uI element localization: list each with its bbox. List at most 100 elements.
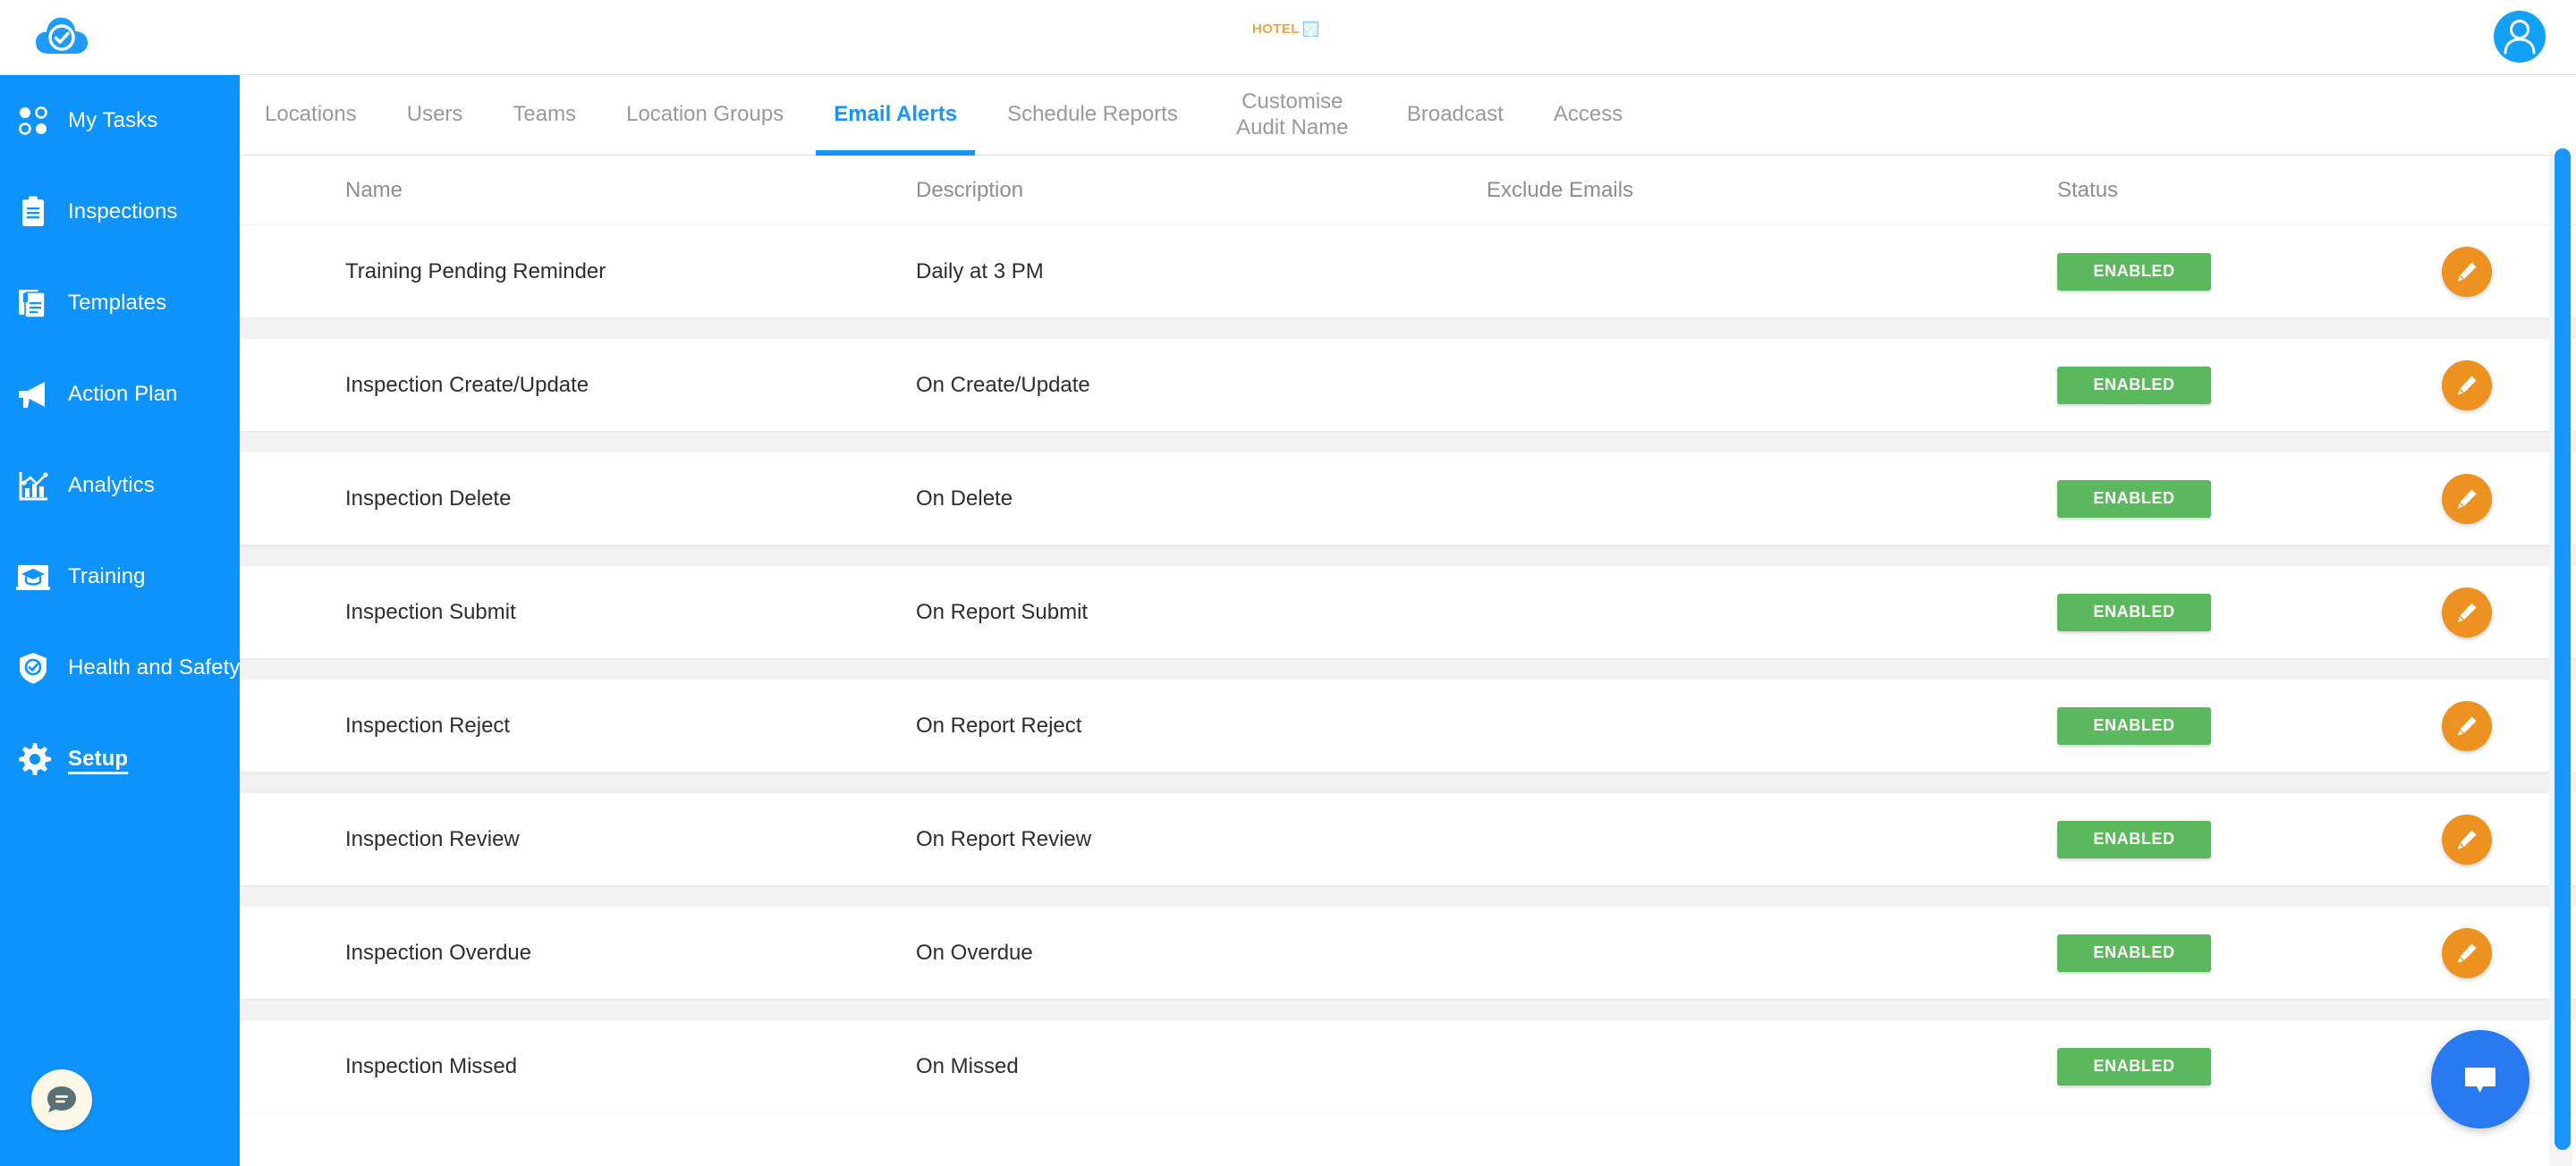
cell-name: Inspection Reject (345, 713, 511, 738)
status-badge[interactable]: ENABLED (2057, 366, 2211, 404)
top-header: HOTEL (0, 0, 2576, 75)
sidebar-item-label: Health and Safety (68, 655, 241, 680)
sidebar-item-inspections[interactable]: Inspections (0, 166, 240, 258)
cell-status: ENABLED (2057, 934, 2442, 972)
cell-status: ENABLED (2057, 252, 2442, 291)
column-header-name: Name (345, 177, 403, 202)
cell-description: Daily at 3 PM (916, 258, 1044, 283)
status-badge[interactable]: ENABLED (2057, 593, 2211, 631)
cell-description: On Report Reject (916, 713, 1082, 738)
edit-button[interactable] (2442, 246, 2492, 297)
cell-description: On Overdue (916, 940, 1033, 965)
sidebar-item-label: My Tasks (68, 108, 158, 132)
sidebar-item-label: Templates (68, 291, 167, 315)
table-row[interactable]: Inspection Missed On Missed ENABLED (240, 1020, 2576, 1112)
email-alerts-table: Name Description Exclude Emails Status T… (240, 156, 2576, 1166)
sidebar-item-health-and-safety[interactable]: Health and Safety (0, 622, 240, 714)
bar-chart-icon (13, 465, 54, 506)
hotel-brand-text: HOTEL (1252, 21, 1300, 37)
tab-locations[interactable]: Locations (240, 75, 382, 156)
hotel-brand-logo: HOTEL (1252, 21, 1318, 37)
tab-schedule-reports[interactable]: Schedule Reports (982, 75, 1203, 156)
tab-teams[interactable]: Teams (487, 75, 601, 156)
cell-status: ENABLED (2057, 706, 2442, 745)
edit-button[interactable] (2442, 587, 2492, 638)
table-header-row: Name Description Exclude Emails Status (240, 156, 2576, 225)
cell-status: ENABLED (2057, 1047, 2442, 1086)
status-badge[interactable]: ENABLED (2057, 252, 2211, 291)
column-header-exclude-emails: Exclude Emails (1487, 177, 1634, 202)
edit-button[interactable] (2442, 927, 2492, 978)
table-row[interactable]: Inspection Review On Report Review ENABL… (240, 793, 2576, 885)
tab-access[interactable]: Access (1529, 75, 1648, 156)
cell-name: Inspection Missed (345, 1053, 518, 1078)
sidebar-item-training[interactable]: Training (0, 531, 240, 622)
sidebar-item-label: Inspections (68, 199, 178, 224)
table-row[interactable]: Inspection Overdue On Overdue ENABLED (240, 907, 2576, 999)
cell-description: On Report Submit (916, 599, 1089, 624)
four-dots-icon (13, 100, 54, 141)
vertical-scrollbar-thumb[interactable] (2555, 148, 2571, 1150)
clipboard-icon (13, 191, 54, 232)
sidebar-item-action-plan[interactable]: Action Plan (0, 349, 240, 440)
pencil-icon (2458, 376, 2477, 394)
cell-description: On Report Review (916, 826, 1092, 851)
cell-name: Inspection Overdue (345, 940, 532, 965)
table-row[interactable]: Training Pending Reminder Daily at 3 PM … (240, 225, 2576, 317)
pencil-icon (2458, 603, 2477, 621)
status-badge[interactable]: ENABLED (2057, 820, 2211, 858)
tab-customise-audit-name[interactable]: Customise Audit Name (1203, 75, 1382, 156)
documents-icon (13, 283, 54, 324)
edit-button[interactable] (2442, 814, 2492, 865)
edit-button[interactable] (2442, 473, 2492, 524)
cell-name: Training Pending Reminder (345, 258, 606, 283)
tab-broadcast[interactable]: Broadcast (1382, 75, 1529, 156)
column-header-status: Status (2057, 177, 2119, 202)
sidebar-item-analytics[interactable]: Analytics (0, 440, 240, 531)
building-icon (1302, 21, 1318, 37)
edit-button[interactable] (2442, 700, 2492, 751)
table-body: Training Pending Reminder Daily at 3 PM … (240, 225, 2576, 1112)
tab-location-groups[interactable]: Location Groups (601, 75, 809, 156)
cloud-check-icon[interactable] (34, 11, 89, 64)
status-badge[interactable]: ENABLED (2057, 479, 2211, 518)
chat-bubble-icon (2465, 1068, 2496, 1093)
cell-description: On Missed (916, 1053, 1019, 1078)
cell-status: ENABLED (2057, 593, 2442, 631)
pencil-icon (2458, 489, 2477, 508)
sidebar-item-label: Training (68, 564, 146, 588)
pencil-icon (2458, 262, 2477, 281)
table-row[interactable]: Inspection Submit On Report Submit ENABL… (240, 566, 2576, 658)
sidebar-item-templates[interactable]: Templates (0, 258, 240, 349)
status-badge[interactable]: ENABLED (2057, 934, 2211, 972)
sidebar-item-my-tasks[interactable]: My Tasks (0, 75, 240, 166)
cell-name: Inspection Submit (345, 599, 516, 624)
cell-status: ENABLED (2057, 820, 2442, 858)
tab-email-alerts[interactable]: Email Alerts (809, 75, 982, 156)
pencil-icon (2458, 716, 2477, 735)
graduation-cap-icon (13, 556, 54, 597)
cell-name: Inspection Review (345, 826, 520, 851)
sidebar-item-setup[interactable]: Setup (0, 714, 240, 805)
sidebar: My Tasks Inspections Templates Action Pl… (0, 75, 240, 1166)
cell-description: On Delete (916, 486, 1013, 511)
column-header-description: Description (916, 177, 1024, 202)
status-badge[interactable]: ENABLED (2057, 706, 2211, 745)
cell-name: Inspection Delete (345, 486, 512, 511)
megaphone-icon (13, 374, 54, 415)
sidebar-chat-bubble-icon[interactable] (31, 1069, 92, 1130)
tab-users[interactable]: Users (382, 75, 488, 156)
table-row[interactable]: Inspection Create/Update On Create/Updat… (240, 339, 2576, 431)
chat-widget-button[interactable] (2431, 1030, 2529, 1128)
gear-icon (13, 739, 54, 780)
pencil-icon (2458, 830, 2477, 849)
cell-description: On Create/Update (916, 372, 1090, 397)
status-badge[interactable]: ENABLED (2057, 1047, 2211, 1086)
cell-status: ENABLED (2057, 366, 2442, 404)
table-row[interactable]: Inspection Reject On Report Reject ENABL… (240, 680, 2576, 772)
user-avatar-icon[interactable] (2494, 11, 2546, 63)
settings-tab-bar: Locations Users Teams Location Groups Em… (240, 75, 2576, 156)
table-row[interactable]: Inspection Delete On Delete ENABLED (240, 452, 2576, 545)
edit-button[interactable] (2442, 359, 2492, 410)
shield-check-icon (13, 647, 54, 689)
